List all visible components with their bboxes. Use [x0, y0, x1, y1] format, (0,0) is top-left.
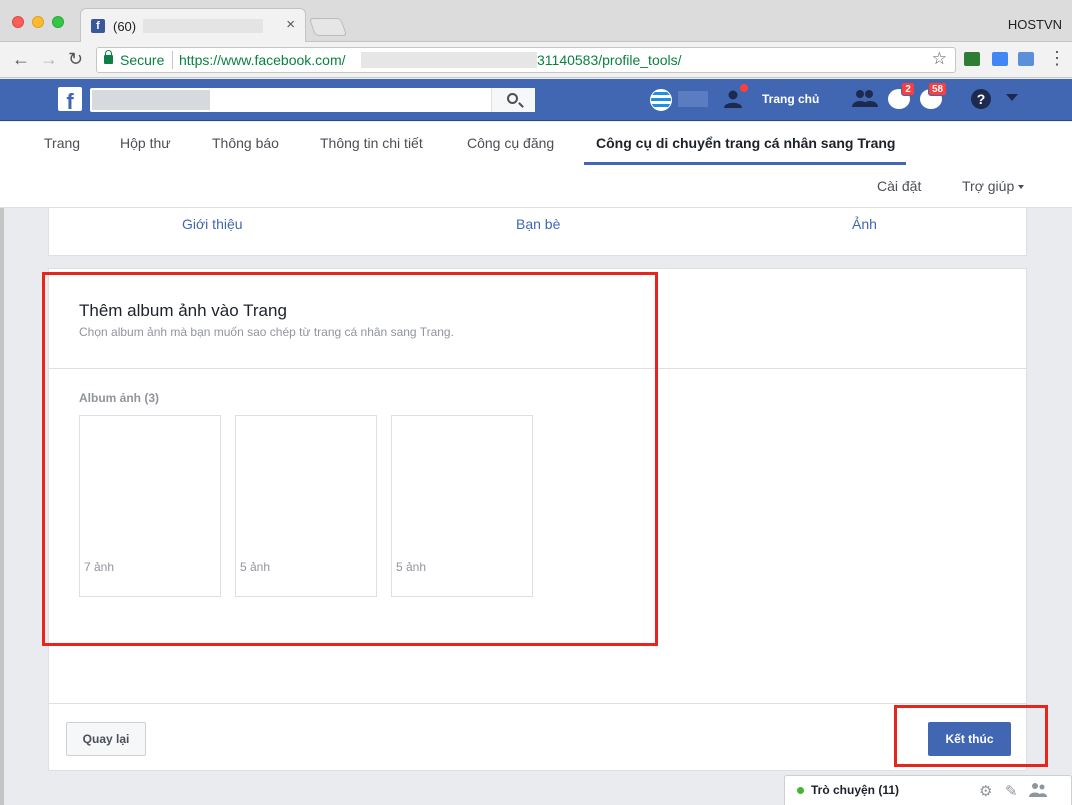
home-link[interactable]: Trang chủ	[762, 92, 819, 106]
translate-icon[interactable]	[1018, 52, 1034, 66]
address-separator	[172, 51, 173, 69]
address-bar[interactable]: Secure https://www.facebook.com/ 3114058…	[96, 47, 956, 73]
messages-badge: 2	[901, 82, 915, 96]
tab-close-icon[interactable]: ×	[286, 16, 295, 33]
notifications-badge: 58	[928, 82, 948, 96]
tab-photos[interactable]: Ảnh	[852, 216, 877, 232]
tab-friends[interactable]: Bạn bè	[516, 216, 560, 232]
help-caret-icon	[1018, 185, 1024, 189]
find-friends-dot	[739, 83, 749, 93]
settings-link[interactable]: Cài đặt	[877, 178, 921, 194]
people-icon[interactable]	[1029, 782, 1047, 802]
page-navigation: Trang Hộp thư Thông báo Thông tin chi ti…	[0, 122, 1072, 208]
new-tab-button[interactable]	[308, 18, 348, 36]
facebook-header: f Trang chủ 2 58 ?	[0, 79, 1072, 121]
facebook-favicon-icon: f	[91, 19, 105, 33]
tab-intro[interactable]: Giới thiệu	[182, 216, 243, 232]
url-redacted	[361, 52, 537, 68]
forward-arrow-icon[interactable]: →	[40, 49, 58, 70]
search-button[interactable]	[491, 88, 535, 112]
nav-item-publishing-tools[interactable]: Công cụ đăng	[467, 135, 554, 151]
chat-bar[interactable]: Trò chuyện (11) ⚙ ✎	[784, 775, 1072, 805]
gear-icon[interactable]: ⚙	[979, 782, 992, 800]
profile-section-tabs: Giới thiệu Bạn bè Ảnh	[48, 208, 1027, 256]
nav-item-notifications[interactable]: Thông báo	[212, 135, 279, 151]
help-menu[interactable]: Trợ giúp	[962, 178, 1014, 194]
browser-toolbar: ← → ↻ Secure https://www.facebook.com/ 3…	[0, 42, 1072, 78]
back-button[interactable]: Quay lại	[66, 722, 146, 756]
tab-title: (60)	[113, 19, 137, 34]
facebook-search-input[interactable]	[90, 88, 535, 112]
avatar[interactable]	[650, 89, 672, 111]
compose-icon[interactable]: ✎	[1005, 782, 1018, 800]
close-window-button[interactable]	[12, 16, 24, 28]
zoom-window-button[interactable]	[52, 16, 64, 28]
back-arrow-icon[interactable]: ←	[12, 49, 30, 70]
browser-menu-icon[interactable]: ⋮	[1048, 48, 1066, 69]
online-status-dot	[797, 787, 804, 794]
footer-divider	[49, 703, 1026, 704]
browser-titlebar: f (60) × HOSTVN	[0, 0, 1072, 42]
search-icon	[507, 93, 518, 104]
left-edge	[0, 208, 4, 805]
browser-profile-name[interactable]: HOSTVN	[1008, 17, 1062, 32]
profile-name-redacted[interactable]	[678, 91, 708, 107]
chat-label[interactable]: Trò chuyện (11)	[811, 783, 899, 797]
finish-highlight-box	[894, 705, 1048, 767]
facebook-logo-icon[interactable]: f	[58, 87, 82, 111]
browser-tab[interactable]: f (60) ×	[80, 8, 306, 42]
account-menu-caret-icon[interactable]	[1006, 94, 1018, 101]
reload-icon[interactable]: ↻	[68, 49, 83, 70]
albums-highlight-box	[42, 272, 658, 646]
help-icon[interactable]: ?	[971, 89, 991, 109]
extension-icon[interactable]	[992, 52, 1008, 66]
active-tab-underline	[584, 162, 906, 165]
url-end: 31140583/profile_tools/	[537, 52, 682, 68]
lock-icon	[104, 50, 113, 64]
nav-item-page[interactable]: Trang	[44, 135, 80, 151]
url-start: https://www.facebook.com/	[179, 52, 346, 68]
nav-item-insights[interactable]: Thông tin chi tiết	[320, 135, 423, 151]
search-text-redacted	[92, 90, 210, 110]
nav-item-profile-migration-tool[interactable]: Công cụ di chuyển trang cá nhân sang Tra…	[596, 135, 895, 151]
minimize-window-button[interactable]	[32, 16, 44, 28]
friend-requests-icon[interactable]	[852, 88, 878, 114]
secure-label: Secure	[120, 52, 165, 68]
bookmark-star-icon[interactable]: ☆	[932, 49, 947, 69]
extension-icon[interactable]	[964, 52, 980, 66]
tab-title-redacted	[143, 19, 263, 33]
nav-item-inbox[interactable]: Hộp thư	[120, 135, 171, 151]
